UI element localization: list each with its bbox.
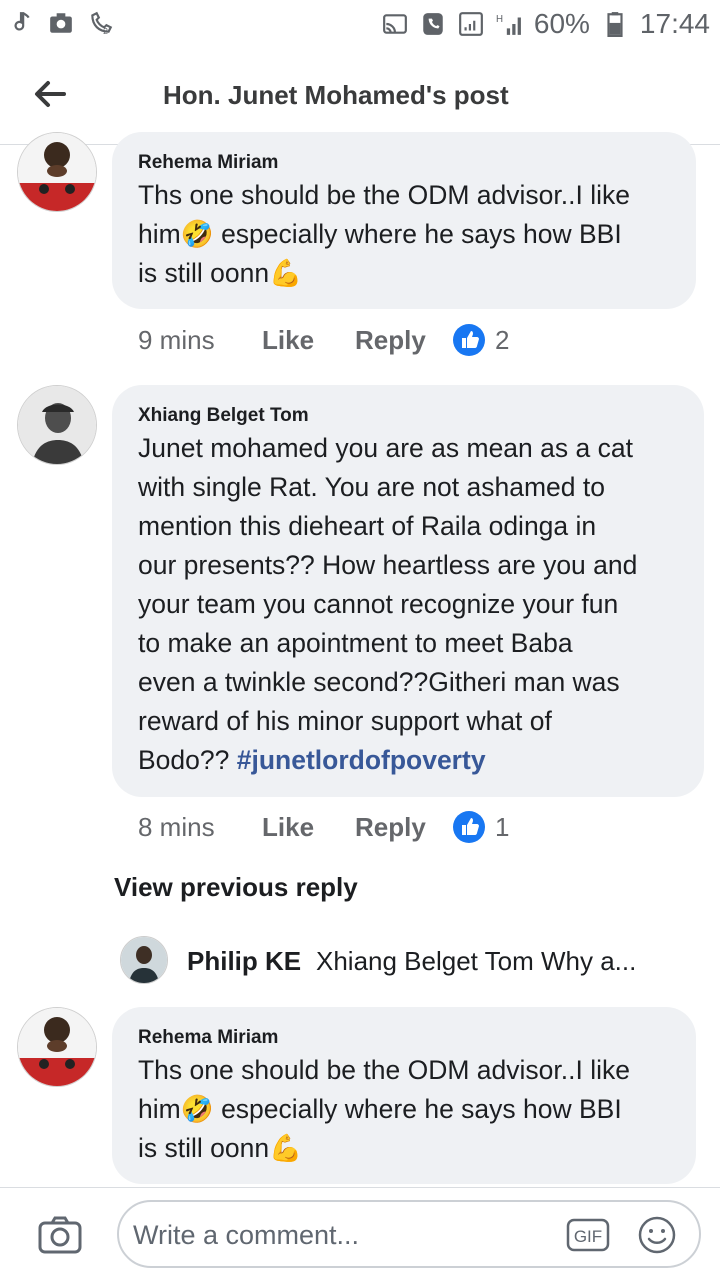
- camera-icon[interactable]: [38, 1216, 82, 1254]
- comment-line: is still oonn💪: [138, 254, 670, 293]
- music-note-icon: [14, 12, 30, 31]
- reaction-count[interactable]: 1: [495, 812, 509, 843]
- like-button[interactable]: Like: [262, 812, 355, 843]
- comment-author[interactable]: Rehema Miriam: [138, 152, 278, 174]
- comment-line: is still oonn💪: [138, 1129, 670, 1168]
- emoji-icon[interactable]: [637, 1215, 677, 1255]
- comment-author[interactable]: Xhiang Belget Tom: [138, 405, 309, 427]
- comment-time: 8 mins: [138, 811, 215, 842]
- cast-icon: [382, 14, 407, 34]
- view-previous-reply-link[interactable]: View previous reply: [114, 872, 358, 903]
- comment-line: Ths one should be the ODM advisor..I lik…: [138, 180, 630, 210]
- comment-line: reward of his minor support what of: [138, 706, 552, 736]
- comment-fragment: him: [138, 1094, 181, 1124]
- comment-line: with single Rat. You are not ashamed to: [138, 472, 605, 502]
- comment-line: him🤣 especially where he says how BBI: [138, 215, 670, 254]
- reply-preview[interactable]: Philip KE Xhiang Belget Tom Why a...: [120, 934, 700, 986]
- battery-percent: 60%: [533, 8, 590, 39]
- reply-author[interactable]: Philip KE: [187, 946, 301, 977]
- reply-button[interactable]: Reply: [355, 812, 453, 843]
- gif-label: GIF: [574, 1227, 602, 1246]
- comment-line: to make an apointment to meet Baba: [138, 628, 573, 658]
- comment-bubble[interactable]: Rehema Miriam Ths one should be the ODM …: [112, 132, 696, 309]
- comment-fragment: especially where he says how BBI: [213, 219, 622, 249]
- like-button[interactable]: Like: [262, 325, 355, 356]
- comment-line: our presents?? How heartless are you and: [138, 550, 638, 580]
- notification-icons: 2: [8, 10, 114, 36]
- missed-call-icon: 2: [91, 11, 113, 36]
- svg-text:2: 2: [103, 26, 108, 36]
- reaction-count[interactable]: 2: [495, 325, 509, 356]
- back-arrow-icon[interactable]: [30, 74, 70, 114]
- reply-text: Xhiang Belget Tom Why a...: [316, 946, 637, 976]
- avatar-rehema-miriam[interactable]: [17, 1007, 97, 1087]
- system-status: H 60% 17:44: [382, 8, 710, 40]
- comment-line: Ths one should be the ODM advisor..I lik…: [138, 1055, 630, 1085]
- comment-line: even a twinkle second??Githeri man was: [138, 667, 620, 697]
- comment-fragment: him: [138, 219, 181, 249]
- battery-icon: [607, 12, 623, 37]
- comment-line: your team you cannot recognize your fun: [138, 589, 619, 619]
- phone-icon: [423, 13, 443, 35]
- rofl-emoji-icon: 🤣: [180, 219, 214, 249]
- comment-composer-bar: Write a comment... GIF: [0, 1187, 720, 1281]
- hashtag-link[interactable]: #junetlordofpoverty: [237, 745, 486, 775]
- svg-text:H: H: [496, 14, 503, 25]
- comment-text: Junet mohamed you are as mean as a cat w…: [138, 429, 678, 780]
- rofl-emoji-icon: 🤣: [180, 1094, 214, 1124]
- comment-actions: 9 mins Like Reply 2: [138, 324, 509, 356]
- comment-line: Bodo?? #junetlordofpoverty: [138, 741, 678, 780]
- comment-input[interactable]: Write a comment... GIF: [117, 1200, 701, 1268]
- reply-button[interactable]: Reply: [355, 325, 453, 356]
- comment-fragment: especially where he says how BBI: [213, 1094, 622, 1124]
- comment-line: mention this dieheart of Raila odinga in: [138, 511, 597, 541]
- like-reaction-icon[interactable]: [453, 811, 485, 843]
- comment-fragment: is still oonn: [138, 258, 270, 288]
- comment-line: him🤣 especially where he says how BBI: [138, 1090, 670, 1129]
- comment-input-placeholder: Write a comment...: [133, 1220, 360, 1250]
- page-title: Hon. Junet Mohamed's post: [163, 80, 509, 110]
- app-bar: Hon. Junet Mohamed's post: [0, 50, 720, 145]
- comment-line: Junet mohamed you are as mean as a cat: [138, 433, 633, 463]
- comment-fragment: is still oonn: [138, 1133, 270, 1163]
- comment-bubble[interactable]: Xhiang Belget Tom Junet mohamed you are …: [112, 385, 704, 797]
- avatar-xhiang-belget-tom[interactable]: [17, 385, 97, 465]
- comment-bubble[interactable]: Rehema Miriam Ths one should be the ODM …: [112, 1007, 696, 1184]
- comment-author[interactable]: Rehema Miriam: [138, 1027, 278, 1049]
- camera-icon: [50, 13, 72, 33]
- comment-actions: 8 mins Like Reply 1: [138, 811, 509, 843]
- avatar-rehema-miriam[interactable]: [17, 132, 97, 212]
- clock: 17:44: [639, 8, 710, 39]
- gif-icon[interactable]: GIF: [566, 1218, 610, 1252]
- flexed-biceps-emoji-icon: 💪: [269, 258, 303, 288]
- avatar-philip-ke[interactable]: [120, 936, 168, 984]
- comment-text: Ths one should be the ODM advisor..I lik…: [138, 176, 670, 293]
- like-reaction-icon[interactable]: [453, 324, 485, 356]
- comment-text: Ths one should be the ODM advisor..I lik…: [138, 1051, 670, 1168]
- status-bar: 2 H 60% 17:44: [0, 0, 720, 50]
- flexed-biceps-emoji-icon: 💪: [269, 1133, 303, 1163]
- comment-time: 9 mins: [138, 324, 215, 355]
- comment-fragment: Bodo??: [138, 745, 237, 775]
- signal-sim1-icon: [458, 12, 483, 36]
- signal-sim2-icon: H: [496, 14, 521, 35]
